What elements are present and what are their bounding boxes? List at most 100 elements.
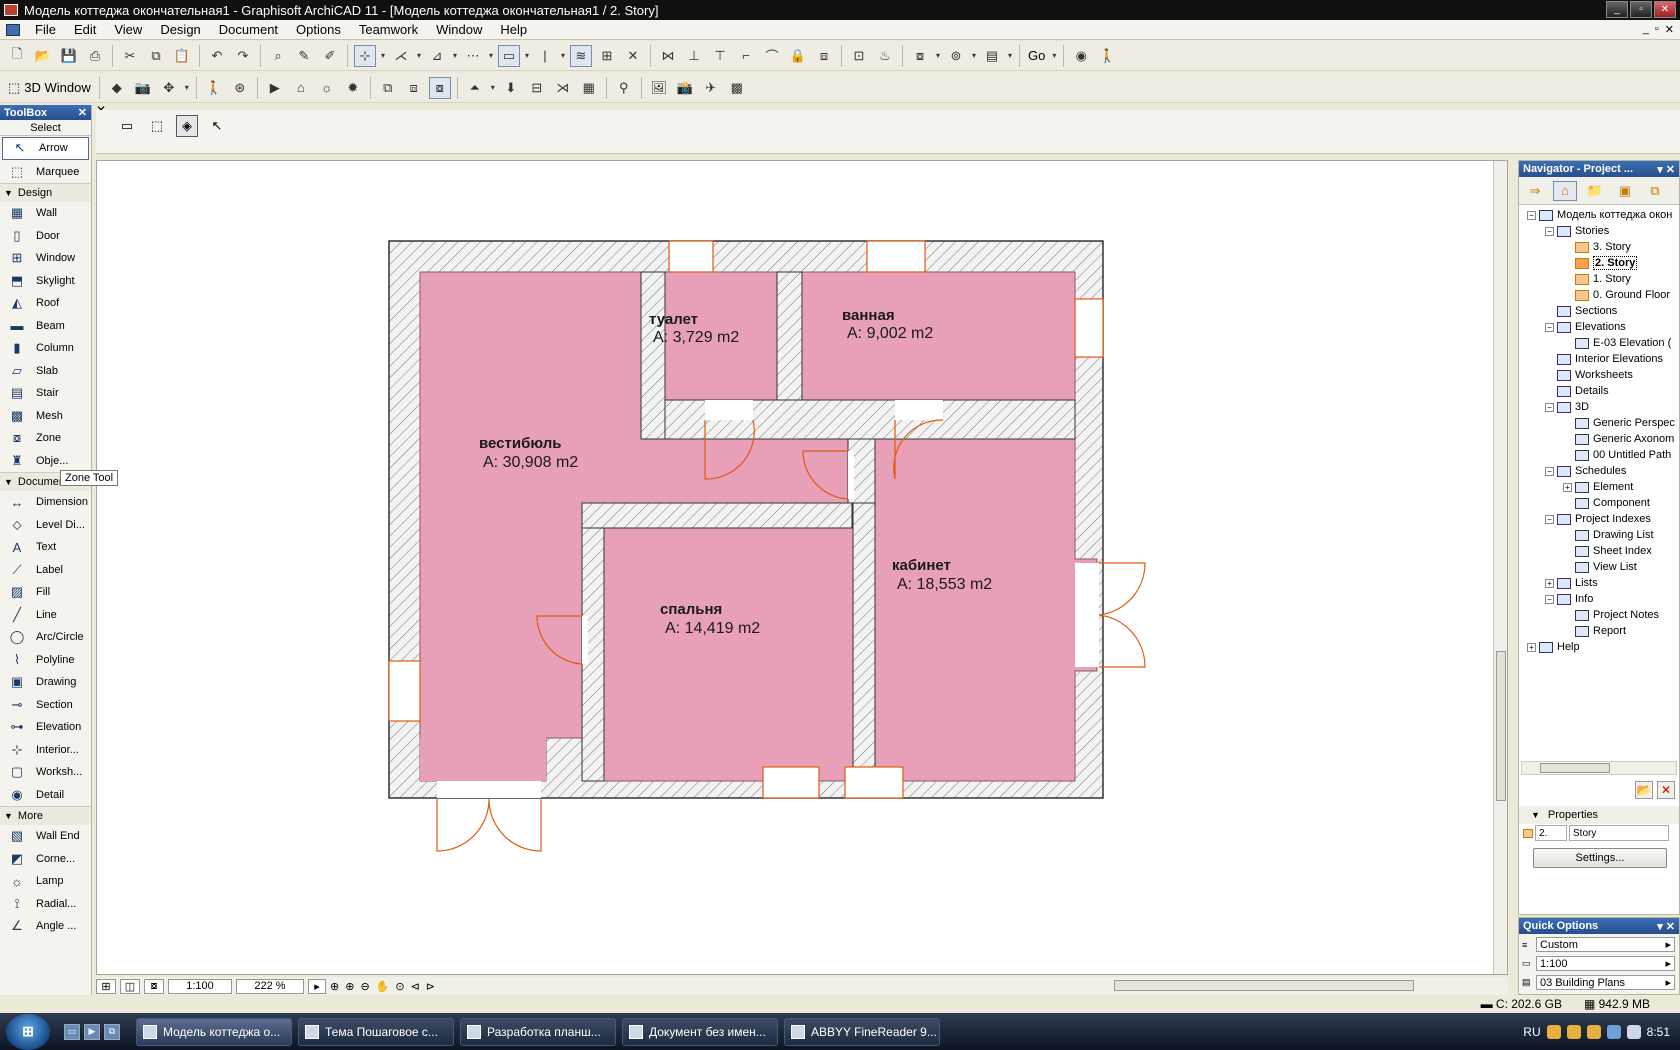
cut-icon[interactable]: ✂ [119, 45, 141, 67]
mdi-minimize-button[interactable]: _ [1643, 23, 1649, 36]
tree-item[interactable]: − Schedules [1519, 463, 1679, 479]
publisher-icon[interactable]: ⧉ [1643, 181, 1667, 201]
display-icon[interactable]: ▤ [981, 45, 1003, 67]
find-select-icon[interactable]: ⌕ [267, 45, 289, 67]
tool-drawing[interactable]: ▣ Drawing [0, 671, 91, 694]
tool-label[interactable]: ⟋ Label [0, 559, 91, 582]
project-map-icon[interactable]: ⌂ [1553, 180, 1577, 201]
navigator-scroll-thumb[interactable] [1540, 763, 1610, 773]
dimension-icon[interactable]: ⊞ [596, 45, 618, 67]
tool-marquee[interactable]: ⬚ Marquee [0, 161, 91, 184]
close-icon[interactable]: ✕ [78, 106, 87, 119]
bring-front-icon[interactable]: ♨ [874, 45, 896, 67]
render-icon[interactable]: ✹ [342, 77, 364, 99]
tool-stair[interactable]: ▤ Stair [0, 382, 91, 405]
vertical-scroll-thumb[interactable] [1496, 651, 1506, 801]
taskbar-button[interactable]: Тема Пошаговое с... [298, 1017, 454, 1046]
collapse-icon[interactable]: − [1545, 226, 1554, 236]
tool-zone[interactable]: ⧇ Zone [0, 427, 91, 450]
tray-icon[interactable] [1566, 1024, 1581, 1039]
lock-icon[interactable]: 🔒 [787, 45, 809, 67]
tool-arc-circle[interactable]: ◯ Arc/Circle [0, 626, 91, 649]
dropdown-arrow-icon[interactable]: ▾ [969, 51, 979, 60]
tool-text[interactable]: A Text [0, 536, 91, 559]
dropdown-arrow-icon[interactable]: ▾ [522, 51, 532, 60]
walk-icon[interactable]: 🚶 [1096, 45, 1118, 67]
dropdown-arrow-icon[interactable]: ▾ [182, 83, 192, 92]
collapse-icon[interactable]: − [1545, 402, 1554, 412]
layers-3d-icon[interactable]: ⧉ [377, 77, 399, 99]
marquee-rotated-icon[interactable]: ◈ [176, 115, 198, 137]
tool-obje[interactable]: ♜ Obje... [0, 450, 91, 473]
tool-wall[interactable]: ▦ Wall [0, 202, 91, 225]
tool-radial[interactable]: ⟟ Radial... [0, 893, 91, 916]
dropdown-arrow-icon[interactable]: ▾ [1005, 51, 1015, 60]
scale-select[interactable]: 1:100 ▸ [1536, 956, 1675, 971]
menu-teamwork[interactable]: Teamwork [350, 22, 427, 37]
layer-combination-select[interactable]: Custom ▸ [1536, 937, 1675, 952]
network-icon[interactable] [1606, 1024, 1621, 1039]
split-icon[interactable]: ⋈ [657, 45, 679, 67]
orbit-icon[interactable]: ⊛ [229, 77, 251, 99]
tool-lamp[interactable]: ☼ Lamp [0, 870, 91, 893]
tool-mesh[interactable]: ▩ Mesh [0, 405, 91, 428]
dropdown-arrow-icon[interactable]: ▾ [488, 83, 498, 92]
tree-item[interactable]: 00 Untitled Path [1519, 447, 1679, 463]
tool-interior[interactable]: ⊹ Interior... [0, 739, 91, 762]
tool-worksh[interactable]: ▢ Worksh... [0, 761, 91, 784]
tree-item[interactable]: − Info [1519, 591, 1679, 607]
menu-edit[interactable]: Edit [65, 22, 105, 37]
dropdown-arrow-icon[interactable]: ▾ [450, 51, 460, 60]
delete-icon[interactable]: ✕ [1657, 781, 1675, 799]
menu-file[interactable]: File [26, 22, 65, 37]
group-icon[interactable]: ⧈ [813, 45, 835, 67]
explore-icon[interactable]: ◉ [1070, 45, 1092, 67]
document-icon[interactable] [6, 23, 20, 36]
brush-icon[interactable]: ⚲ [613, 77, 635, 99]
zoom-out-icon[interactable]: ⊖ [360, 980, 369, 993]
zone-bathroom[interactable] [801, 271, 1076, 401]
close-icon[interactable]: ▾ ✕ [1657, 920, 1675, 933]
tree-item[interactable]: View List [1519, 559, 1679, 575]
model-view-select[interactable]: 03 Building Plans ▸ [1536, 975, 1675, 990]
inject-icon[interactable]: ✐ [319, 45, 341, 67]
section-view-icon[interactable]: ⊟ [526, 77, 548, 99]
arrow-icon[interactable]: ↖ [206, 115, 228, 137]
tool-fill[interactable]: ▨ Fill [0, 581, 91, 604]
schedule-3d-icon[interactable]: ▦ [578, 77, 600, 99]
next-zoom-icon[interactable]: ⊳ [426, 980, 435, 993]
camera-icon[interactable]: 📷 [132, 77, 154, 99]
zoom-in-icon[interactable]: ⊕ [345, 980, 354, 993]
tool-beam[interactable]: ▬ Beam [0, 315, 91, 338]
dropdown-arrow-icon[interactable]: ▾ [558, 51, 568, 60]
tree-item[interactable]: Drawing List [1519, 527, 1679, 543]
floor-plan[interactable]: туалет A: 3,729 m2 ванная A: 9,002 m2 ве… [97, 161, 1495, 975]
tree-item[interactable]: Generic Perspec [1519, 415, 1679, 431]
print-icon[interactable]: ⎙ [84, 45, 106, 67]
taskbar-button[interactable]: Разработка планш... [460, 1017, 616, 1046]
tool-corne[interactable]: ◩ Corne... [0, 848, 91, 871]
adjust-icon[interactable]: ⊥ [683, 45, 705, 67]
grid-snap-icon[interactable]: ⋯ [462, 45, 484, 67]
fit-window-icon[interactable]: ⊙ [395, 980, 404, 993]
expand-icon[interactable]: + [1545, 578, 1554, 588]
tree-item[interactable]: + Element [1519, 479, 1679, 495]
tool-arrow[interactable]: ↖ Arrow [2, 137, 89, 160]
tree-item[interactable]: 1. Story [1519, 271, 1679, 287]
view-settings-icon[interactable]: ⊚ [945, 45, 967, 67]
redo-icon[interactable]: ↷ [232, 45, 254, 67]
tool-slab[interactable]: ▱ Slab [0, 360, 91, 383]
menu-window[interactable]: Window [427, 22, 491, 37]
new-icon[interactable]: 🗋 [6, 45, 28, 67]
horizontal-scroll-thumb[interactable] [1114, 980, 1414, 991]
tree-item[interactable]: Details [1519, 383, 1679, 399]
collapse-icon[interactable]: − [1545, 322, 1554, 332]
tree-item[interactable]: − Project Indexes [1519, 511, 1679, 527]
floor-plan-canvas[interactable]: туалет A: 3,729 m2 ванная A: 9,002 m2 ве… [96, 160, 1508, 975]
landscape-icon[interactable]: ▩ [726, 77, 748, 99]
3d-box-icon[interactable]: ◆ [106, 77, 128, 99]
layer-icon[interactable]: ▭ [498, 44, 520, 67]
fly-icon[interactable]: ✈ [700, 77, 722, 99]
dropdown-arrow-icon[interactable]: ▾ [414, 51, 424, 60]
fillet-icon[interactable]: ⌒ [761, 45, 783, 67]
